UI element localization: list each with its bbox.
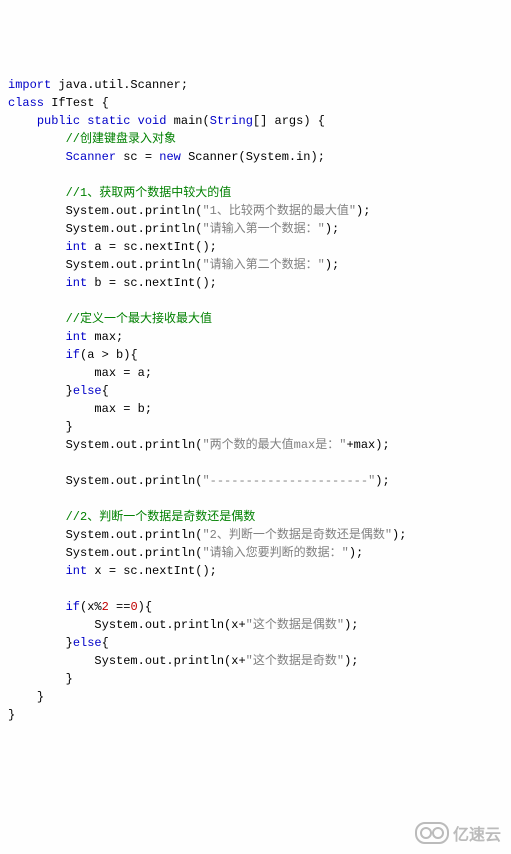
watermark: 亿速云 xyxy=(406,798,501,848)
code-block: import java.util.Scanner; class IfTest {… xyxy=(8,76,503,724)
string-literal: "----------------------" xyxy=(202,474,375,488)
kw-class: class xyxy=(8,96,44,110)
comment: //创建键盘录入对象 xyxy=(66,132,176,146)
comment: //1、获取两个数据中较大的值 xyxy=(66,186,232,200)
class-name: IfTest xyxy=(51,96,94,110)
string-literal: "2、判断一个数据是奇数还是偶数" xyxy=(202,528,392,542)
cloud-icon xyxy=(415,822,449,844)
comment: //定义一个最大接收最大值 xyxy=(66,312,212,326)
comment: //2、判断一个数据是奇数还是偶数 xyxy=(66,510,256,524)
method-main: main xyxy=(174,114,203,128)
string-literal: "请输入第二个数据：" xyxy=(202,258,324,272)
string-literal: "这个数据是奇数" xyxy=(246,654,344,668)
string-literal: "这个数据是偶数" xyxy=(246,618,344,632)
string-literal: "两个数的最大值max是：" xyxy=(202,438,346,452)
string-literal: "请输入第一个数据：" xyxy=(202,222,324,236)
string-literal: "请输入您要判断的数据：" xyxy=(202,546,348,560)
string-literal: "1、比较两个数据的最大值" xyxy=(202,204,356,218)
kw-import: import xyxy=(8,78,51,92)
pkg-path: java.util.Scanner xyxy=(58,78,180,92)
